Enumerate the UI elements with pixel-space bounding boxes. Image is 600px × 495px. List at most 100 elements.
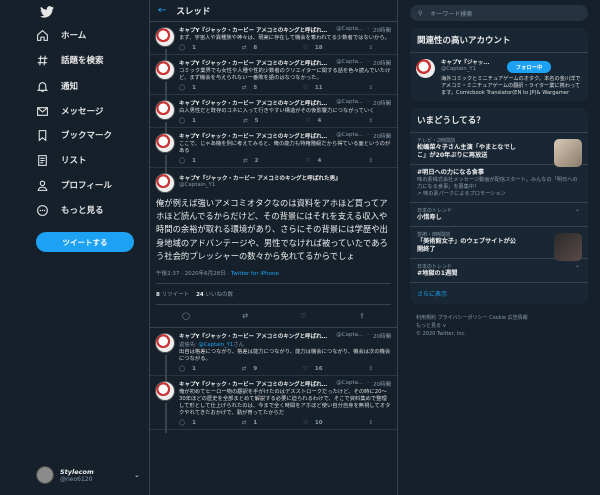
back-arrow-icon[interactable]: ← [158, 5, 166, 16]
retweet-action[interactable]: ⇄ 8 [242, 45, 257, 51]
trend-item[interactable]: ⌄ 日本のトレンド #地獄の1週間 [410, 259, 588, 283]
tweet-author: キャプY『ジャック・カービー アメコミのキングと呼ばれた男』 [179, 334, 333, 341]
twitter-logo-icon[interactable] [40, 6, 54, 18]
share-icon[interactable]: ⇪ [368, 158, 373, 164]
like-action[interactable]: ♡ 11 [303, 85, 323, 91]
tweet[interactable]: ⌄ キャプY『ジャック・カービー アメコミのキングと呼ばれた男』 @Capta..… [150, 22, 397, 69]
trend-item[interactable]: 芸術・8時間前 「美術館女子」のウェブサイトが公開終了 [410, 227, 588, 261]
trend-item[interactable]: #明日への力になる食事 味の素株式会社メッセージ動画が配信スタート。みんなの「明… [410, 165, 588, 203]
retweet-icon: ⇄ [241, 366, 247, 373]
retweet-action[interactable]: ⇄ 9 [242, 366, 257, 372]
trend-item[interactable]: ⌄ 日本のトレンド 小惜寿し [410, 203, 588, 227]
promoted-label: ↗ 味の素パークによるプロモーション [417, 191, 506, 197]
tweet-button[interactable]: ツイートする [36, 232, 134, 252]
tweet-text: コミック業界でも女性や人種や性的少数者のクリエイターに関する話を色々読んでいたけ… [179, 68, 391, 81]
footer-links[interactable]: 利用規約 プライバシーポリシー Cookie 広告情報 [416, 314, 588, 322]
like-count: 4 [317, 118, 322, 124]
heart-icon[interactable]: ♡ [300, 312, 306, 320]
avatar [416, 59, 435, 78]
retweet-icon: ⇄ [241, 45, 247, 51]
reply-action[interactable]: ◯ 1 [179, 85, 196, 91]
trend-title: 松嶋菜々子さん主演「やまとなでしこ」が20年ぶりに再放送 [417, 144, 516, 159]
home-icon [37, 29, 48, 41]
reply-action[interactable]: ◯ 1 [179, 118, 196, 124]
like-action[interactable]: ♡ 16 [303, 366, 323, 372]
nav-home[interactable]: ホーム [36, 24, 86, 46]
nav-label: 話題を検索 [61, 56, 104, 66]
share-icon[interactable]: ⇪ [368, 366, 373, 372]
tweet[interactable]: ⌄ キャプY『ジャック・カービー アメコミのキングと呼ばれた男』 @Capta..… [150, 95, 397, 138]
footer-more[interactable]: もっと見る ∨ [416, 322, 588, 330]
search-input[interactable]: ⚲ キーワード検索 [410, 5, 588, 21]
tweet-text: 出自は格差につながり、格差は能力につながり、能力は機会につながり、機会は次の機会… [179, 349, 391, 363]
reply-action[interactable]: ◯ 1 [179, 420, 196, 426]
following-button[interactable]: フォロー中 [507, 61, 551, 73]
tweet-author[interactable]: キャプY『ジャック・カービー アメコミのキングと呼ばれた男』 [179, 174, 391, 182]
more-icon[interactable]: ⌄ [386, 59, 391, 66]
nav-lists[interactable]: リスト [36, 149, 87, 171]
retweet-icon: ⇄ [241, 420, 247, 427]
retweet-action[interactable]: ⇄ 5 [242, 85, 257, 91]
like-action[interactable]: ♡ 4 [306, 118, 322, 124]
trend-context: 日本のトレンド [417, 264, 453, 270]
nav-messages[interactable]: メッセージ [36, 100, 103, 122]
share-icon[interactable]: ⇪ [368, 45, 373, 51]
show-more-link[interactable]: さらに表示 [410, 283, 588, 304]
reply-to-link[interactable]: @Captain_Y1 [198, 342, 233, 348]
more-icon[interactable]: ⌄ [386, 332, 391, 339]
more-icon[interactable]: ⌄ [575, 206, 580, 213]
reply-action[interactable]: ◯ 1 [179, 366, 196, 372]
more-icon[interactable]: ⌄ [386, 380, 391, 387]
share-icon[interactable]: ⇪ [368, 118, 373, 124]
reply-action[interactable]: ◯ 1 [179, 158, 196, 164]
avatar [155, 333, 175, 354]
more-icon[interactable]: ⌄ [386, 132, 391, 139]
like-action[interactable]: ♡ 4 [306, 158, 322, 164]
footer: 利用規約 プライバシーポリシー Cookie 広告情報 もっと見る ∨ © 20… [410, 314, 588, 338]
nav-explore[interactable]: 話題を検索 [36, 49, 104, 71]
retweet-action[interactable]: ⇄ 5 [243, 118, 258, 124]
share-icon[interactable]: ⇪ [359, 312, 365, 320]
tweet[interactable]: ⌄ キャプY『ジャック・カービー アメコミのキングと呼ばれた男』 @Capta..… [150, 328, 397, 386]
suggested-account[interactable]: キャプY『ジャッ... @Captain_Y1 フォロー中 海外コミックとミニチ… [410, 53, 588, 101]
tweet[interactable]: ⌄ キャプY『ジャック・カービー アメコミのキングと呼ばれた男』 @Capta..… [150, 376, 397, 434]
like-count: 11 [314, 85, 323, 91]
retweet-action[interactable]: ⇄ 1 [242, 420, 257, 426]
retweet-action[interactable]: ⇄ 2 [243, 158, 258, 164]
tweet-client-link[interactable]: Twitter for iPhone [231, 271, 279, 277]
retweet-total[interactable]: 8 [156, 292, 160, 298]
tweet-handle[interactable]: @Captain_Y1 [179, 182, 391, 188]
more-icon[interactable]: ⌄ [149, 176, 150, 183]
nav-profile[interactable]: プロフィール [36, 174, 112, 196]
tweet[interactable]: ⌄ キャプY『ジャック・カービー アメコミのキングと呼ばれた男』 @Capta..… [150, 128, 397, 175]
avatar[interactable] [155, 173, 175, 193]
share-icon[interactable]: ⇪ [368, 85, 373, 91]
trend-item[interactable]: テレビ・2時間前 松嶋菜々子さん主演「やまとなでしこ」が20年ぶりに再放送 [410, 133, 588, 167]
tweet[interactable]: ⌄ キャプY『ジャック・カービー アメコミのキングと呼ばれた男』 @Capta..… [150, 55, 397, 106]
account-switcher[interactable]: Stylecom @neo6120 ⌄ [36, 466, 140, 484]
more-icon[interactable]: ⌄ [575, 262, 580, 269]
like-total[interactable]: 24 [196, 292, 204, 298]
search-placeholder: キーワード検索 [430, 10, 473, 18]
sidebar-right: ⚲ キーワード検索 関連性の高いアカウント キャプY『ジャッ... @Capta… [410, 0, 588, 495]
nav-notifications[interactable]: 通知 [36, 75, 78, 97]
nav-bookmarks[interactable]: ブックマーク [36, 124, 112, 146]
reply-icon[interactable]: ◯ [182, 312, 190, 320]
tweet-author: キャプY『ジャック・カービー アメコミのキングと呼ばれた男』 [179, 101, 333, 107]
reply-action[interactable]: ◯ 1 [179, 45, 196, 51]
tweet-text: 白人男性だと既存のコネに入って行きやすい構造がその後影響力につながっていく [179, 108, 375, 114]
nav-more[interactable]: もっと見る [36, 199, 104, 221]
more-icon[interactable]: ⌄ [386, 99, 391, 106]
like-action[interactable]: ♡ 18 [303, 45, 323, 51]
heart-icon: ♡ [302, 85, 308, 91]
retweet-icon[interactable]: ⇄ [242, 312, 248, 320]
tweet-handle: @Capta... [336, 380, 364, 387]
more-icon[interactable]: ⌄ [386, 26, 391, 33]
share-icon[interactable]: ⇪ [368, 420, 373, 426]
more-circle-icon [37, 204, 48, 216]
trend-thumbnail [554, 233, 582, 261]
retweet-icon: ⇄ [241, 85, 247, 91]
like-action[interactable]: ♡ 10 [303, 420, 323, 426]
like-count: 10 [314, 420, 323, 427]
account-bio: 海外コミックとミニチュアゲームのオタク。本名の金川洋でアメコミ・ミニチュアゲーム… [441, 76, 581, 96]
